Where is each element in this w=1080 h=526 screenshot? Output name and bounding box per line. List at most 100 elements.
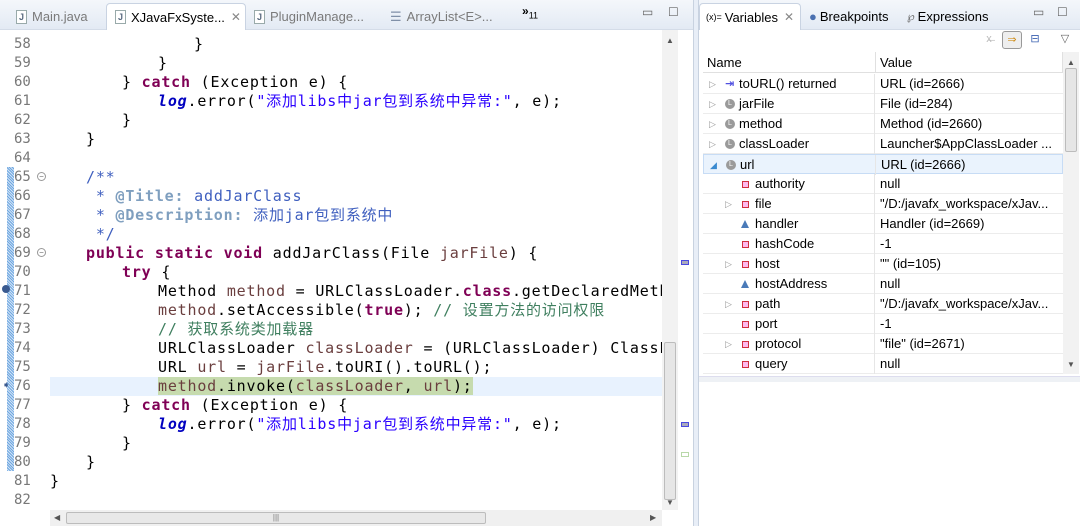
scroll-up-icon[interactable]: ▲ <box>666 36 674 45</box>
view-menu-icon[interactable]: ▽ <box>1055 31 1075 49</box>
detail-pane[interactable] <box>699 382 1080 526</box>
code-line[interactable]: try { <box>50 263 662 282</box>
variable-row[interactable]: ▷ protocol "file" (id=2671) <box>703 334 1063 354</box>
code-line[interactable] <box>50 491 662 510</box>
minimize-button[interactable]: ▭ <box>642 6 654 19</box>
tab-main-java[interactable]: J Main.java <box>8 3 106 30</box>
variable-row[interactable]: ◢ Lurl URL (id=2666) <box>703 154 1063 175</box>
variable-row[interactable]: ▷ LjarFile File (id=284) <box>703 94 1063 114</box>
code-line[interactable]: URLClassLoader classLoader = (URLClassLo… <box>50 339 662 358</box>
expand-arrow-icon[interactable]: ▷ <box>709 94 719 114</box>
expand-arrow-icon[interactable]: ▷ <box>725 254 735 274</box>
close-icon[interactable]: ✕ <box>784 10 794 24</box>
code-line[interactable]: method.invoke(classLoader, url); <box>50 377 662 396</box>
code-line[interactable]: log.error("添加libs中jar包到系统中异常:", e); <box>50 92 662 111</box>
code-line[interactable]: } <box>50 35 662 54</box>
breakpoint-icon[interactable] <box>2 285 10 293</box>
variable-name-cell: ▷ LclassLoader <box>703 134 875 154</box>
tab-breakpoints[interactable]: ● Breakpoints <box>803 3 895 30</box>
overview-ruler[interactable] <box>678 30 693 510</box>
code-line[interactable]: * @Description: 添加jar包到系统中 <box>50 206 662 225</box>
code-line[interactable]: } <box>50 453 662 472</box>
tab-arraylist[interactable]: ☰ ArrayList<E>... <box>382 3 512 30</box>
variable-name-cell: authority <box>703 174 875 194</box>
occurrence-marker[interactable] <box>681 422 689 427</box>
variable-row[interactable]: ▷ host "" (id=105) <box>703 254 1063 274</box>
collapse-arrow-icon[interactable]: ◢ <box>710 155 720 175</box>
code-line[interactable]: } catch (Exception e) { <box>50 396 662 415</box>
tab-variables[interactable]: (x)= Variables ✕ <box>699 3 801 30</box>
code-line[interactable]: // 获取系统类加载器 <box>50 320 662 339</box>
code-line[interactable]: } <box>50 472 662 491</box>
variable-row[interactable]: ▷ Lmethod Method (id=2660) <box>703 114 1063 134</box>
variable-name-cell: hashCode <box>703 234 875 254</box>
variable-row[interactable]: handler Handler (id=2669) <box>703 214 1063 234</box>
scrollbar-thumb[interactable] <box>1065 68 1077 152</box>
code-line[interactable] <box>50 149 662 168</box>
change-marker[interactable] <box>681 452 689 457</box>
code-line[interactable]: } <box>50 130 662 149</box>
code-line[interactable]: public static void addJarClass(File jarF… <box>50 244 662 263</box>
code-token: classLoader <box>295 377 404 395</box>
fold-toggle-icon[interactable]: − <box>37 248 46 257</box>
code-line[interactable]: * @Title: addJarClass <box>50 187 662 206</box>
default-field-icon <box>741 280 749 288</box>
close-icon[interactable]: ✕ <box>231 10 241 24</box>
column-header-value[interactable]: Value <box>876 52 1063 73</box>
tab-expressions[interactable]: ℘ Expressions <box>901 3 994 30</box>
local-variable-icon: L <box>725 139 735 149</box>
code-area[interactable]: 58 } 59 } 60 } catch (Exception e) {61 log… <box>0 30 662 510</box>
show-type-names-icon[interactable]: x̶ <box>979 31 999 49</box>
scroll-down-icon[interactable]: ▼ <box>666 498 674 507</box>
expand-arrow-icon[interactable]: ▷ <box>709 74 719 94</box>
expand-arrow-icon[interactable]: ▷ <box>725 294 735 314</box>
maximize-button[interactable]: ☐ <box>668 6 680 19</box>
scroll-right-icon[interactable]: ▶ <box>650 513 656 522</box>
code-token: log <box>158 415 188 433</box>
scrollbar-thumb[interactable]: ||| <box>66 512 486 524</box>
expand-arrow-icon[interactable]: ▷ <box>725 334 735 354</box>
code-line[interactable]: log.error("添加libs中jar包到系统中异常:", e); <box>50 415 662 434</box>
variable-row[interactable]: hashCode -1 <box>703 234 1063 254</box>
show-logical-structure-icon[interactable]: ⇒ <box>1002 31 1022 49</box>
variable-row[interactable]: port -1 <box>703 314 1063 334</box>
variable-row[interactable]: ▷ file "/D:/javafx_workspace/xJav... <box>703 194 1063 214</box>
code-line[interactable]: URL url = jarFile.toURI().toURL(); <box>50 358 662 377</box>
column-header-name[interactable]: Name <box>703 52 876 73</box>
code-line[interactable]: } catch (Exception e) { <box>50 73 662 92</box>
scrollbar-thumb[interactable] <box>664 342 676 500</box>
scroll-up-icon[interactable]: ▲ <box>1067 58 1075 67</box>
fold-toggle-icon[interactable]: − <box>37 172 46 181</box>
tab-label: Expressions <box>917 9 989 24</box>
variable-row[interactable]: authority null <box>703 174 1063 194</box>
scroll-down-icon[interactable]: ▼ <box>1067 360 1075 369</box>
variable-row[interactable]: hostAddress null <box>703 274 1063 294</box>
tab-overflow-button[interactable]: »11 <box>522 4 538 20</box>
code-line[interactable]: } <box>50 434 662 453</box>
variables-scrollbar[interactable]: ▲ ▼ <box>1063 52 1079 374</box>
minimize-button[interactable]: ▭ <box>1033 6 1045 19</box>
expand-arrow-icon[interactable]: ▷ <box>709 134 719 154</box>
code-line[interactable]: } <box>50 111 662 130</box>
collapse-all-icon[interactable]: ⊟ <box>1025 31 1045 49</box>
expand-arrow-icon[interactable]: ▷ <box>725 194 735 214</box>
variable-value: null <box>880 176 901 191</box>
variable-row[interactable]: ▷ path "/D:/javafx_workspace/xJav... <box>703 294 1063 314</box>
expand-arrow-icon[interactable]: ▷ <box>709 114 719 134</box>
code-line[interactable]: Method method = URLClassLoader.class.get… <box>50 282 662 301</box>
code-line[interactable]: /** <box>50 168 662 187</box>
variable-row[interactable]: ▷ LclassLoader Launcher$AppClassLoader ... <box>703 134 1063 154</box>
occurrence-marker[interactable] <box>681 260 689 265</box>
line-number: 77 <box>14 397 31 413</box>
horizontal-scrollbar[interactable]: ◀ ||| ▶ <box>50 510 662 526</box>
variable-row[interactable]: query null <box>703 354 1063 374</box>
tab-pluginmanager[interactable]: J PluginManage... <box>246 3 376 30</box>
vertical-scrollbar[interactable]: ▲ ▼ <box>662 30 678 510</box>
variable-row[interactable]: ▷ ⇥ toURL() returned URL (id=2666) <box>703 74 1063 94</box>
tab-xjavafxsystem[interactable]: J XJavaFxSyste... ✕ <box>106 3 246 30</box>
code-line[interactable]: } <box>50 54 662 73</box>
scroll-left-icon[interactable]: ◀ <box>54 513 60 522</box>
maximize-button[interactable]: ☐ <box>1057 6 1069 19</box>
code-line[interactable]: */ <box>50 225 662 244</box>
code-line[interactable]: method.setAccessible(true); // 设置方法的访问权限 <box>50 301 662 320</box>
